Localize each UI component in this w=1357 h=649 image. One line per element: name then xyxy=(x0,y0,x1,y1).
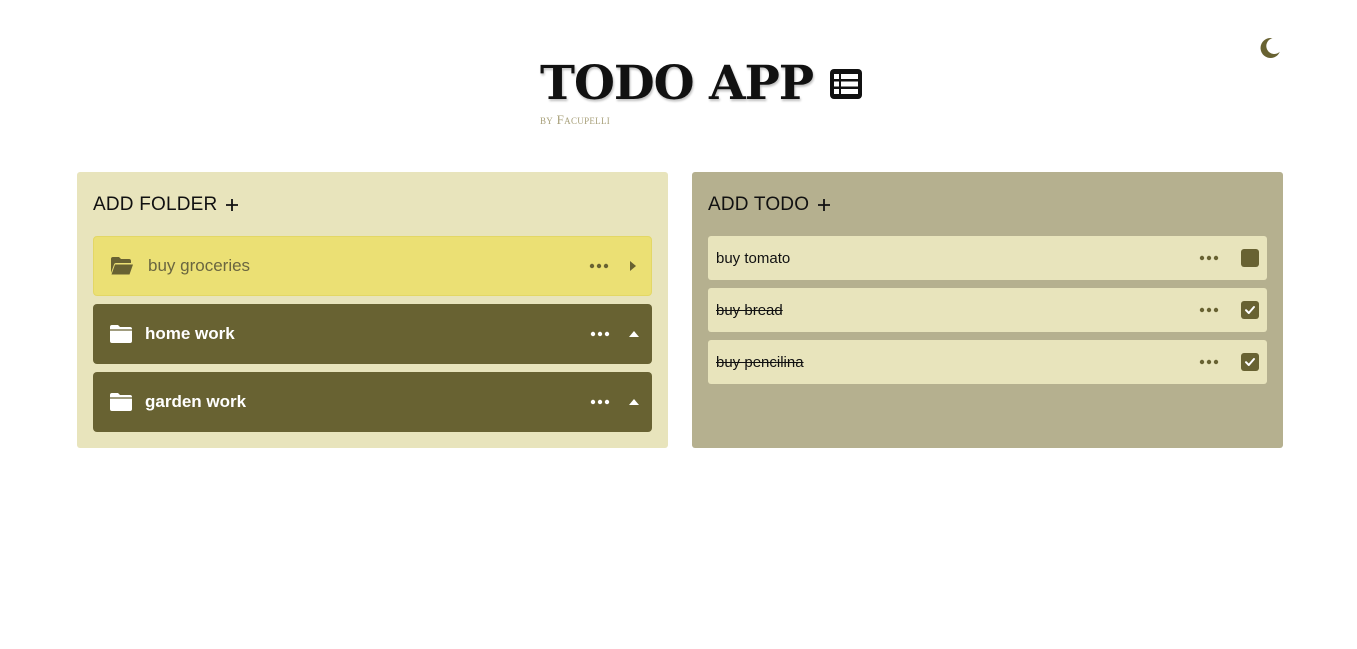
caret-up-icon[interactable] xyxy=(628,396,640,408)
folder-item[interactable]: buy groceries xyxy=(93,236,652,296)
todo-checkbox[interactable] xyxy=(1241,249,1259,267)
moon-icon[interactable] xyxy=(1258,36,1282,60)
todo-item: buy bread xyxy=(708,288,1267,332)
todo-checkbox[interactable] xyxy=(1241,301,1259,319)
more-options-icon[interactable] xyxy=(1199,359,1219,365)
folders-panel: ADD FOLDER buy groceries home work garde… xyxy=(77,172,668,448)
more-options-icon[interactable] xyxy=(590,331,610,337)
folder-name: home work xyxy=(145,324,235,343)
list-icon xyxy=(830,69,863,99)
folder-name: garden work xyxy=(145,392,247,411)
check-icon xyxy=(1245,358,1255,366)
todos-panel: ADD TODO buy tomato buy bread buy pencil… xyxy=(692,172,1283,448)
folder-open-icon xyxy=(111,257,133,275)
todo-item: buy pencilina xyxy=(708,340,1267,384)
add-folder-button[interactable]: ADD FOLDER xyxy=(93,194,652,216)
todo-text[interactable]: buy bread xyxy=(716,302,1199,319)
app-header: TODO APP by Facupelli xyxy=(540,58,863,128)
page-title: TODO APP xyxy=(540,56,814,111)
todo-item: buy tomato xyxy=(708,236,1267,280)
todo-checkbox[interactable] xyxy=(1241,353,1259,371)
caret-up-icon[interactable] xyxy=(628,328,640,340)
more-options-icon[interactable] xyxy=(589,263,609,269)
folder-item[interactable]: garden work xyxy=(93,372,652,432)
more-options-icon[interactable] xyxy=(590,399,610,405)
more-options-icon[interactable] xyxy=(1199,307,1219,313)
todo-text[interactable]: buy tomato xyxy=(716,250,1199,267)
more-options-icon[interactable] xyxy=(1199,255,1219,261)
plus-icon xyxy=(226,199,239,211)
byline: by Facupelli xyxy=(540,112,611,127)
folder-icon xyxy=(110,393,132,411)
add-folder-label: ADD FOLDER xyxy=(93,194,218,215)
folder-icon xyxy=(110,325,132,343)
folder-item[interactable]: home work xyxy=(93,304,652,364)
folder-name: buy groceries xyxy=(148,256,251,275)
plus-icon xyxy=(818,199,831,211)
todo-text[interactable]: buy pencilina xyxy=(716,354,1199,371)
add-todo-button[interactable]: ADD TODO xyxy=(708,194,1267,216)
add-todo-label: ADD TODO xyxy=(708,194,810,215)
caret-right-icon[interactable] xyxy=(627,260,639,272)
check-icon xyxy=(1245,306,1255,314)
